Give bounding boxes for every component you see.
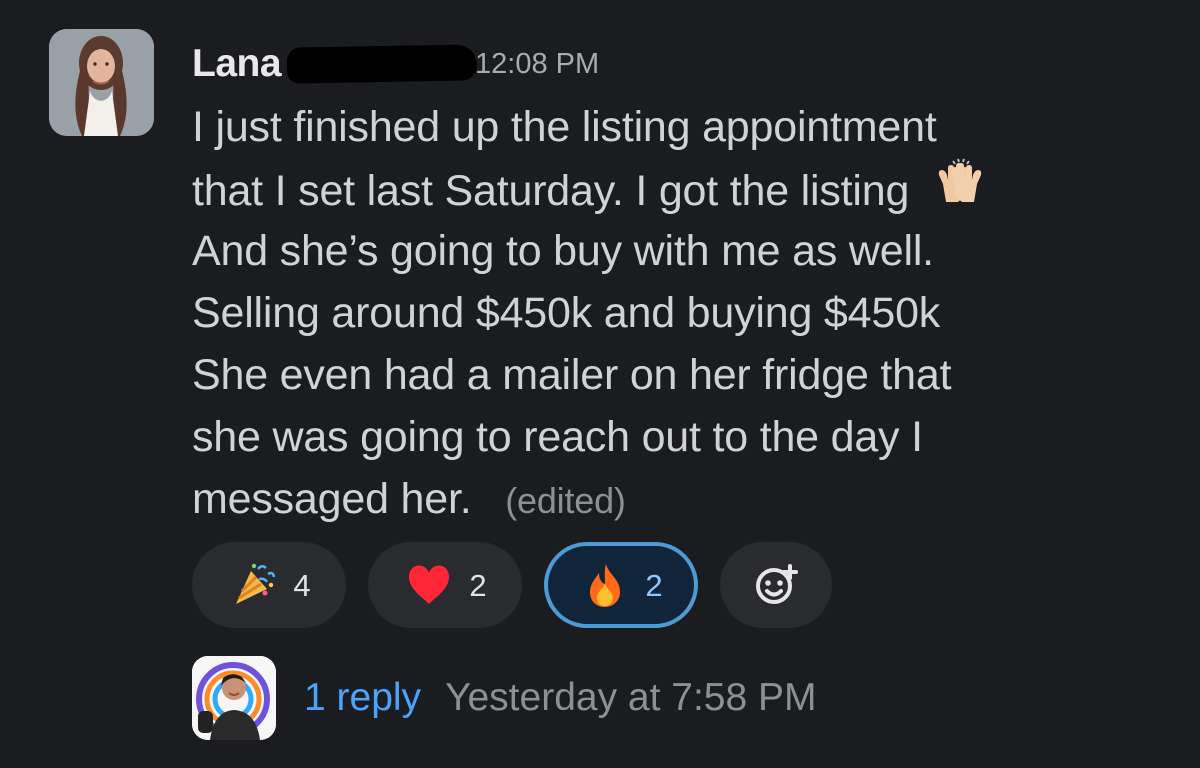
message-line: Selling around $450k and buying $450k [192,289,941,337]
message-body: I just finished up the listing appointme… [192,96,1152,530]
portrait-image [49,29,154,136]
add-reaction-button[interactable] [720,542,832,628]
message-line-text: messaged her. [192,475,472,523]
thread-reply-link[interactable]: 1 reply [304,676,421,720]
reaction-count: 2 [469,567,487,603]
reaction-count: 4 [293,567,311,603]
author-avatar[interactable] [49,29,154,136]
message-line-text: that I set last Saturday. I got the list… [192,167,910,215]
reaction-party-popper[interactable]: 4 [192,542,346,628]
party-popper-icon [236,563,276,604]
thread-summary: 1 reply Yesterday at 7:58 PM [192,656,817,740]
author-name[interactable]: Lana [192,42,282,86]
add-reaction-icon [756,564,798,604]
message-line: she was going to reach out to the day I [192,413,923,461]
message-line: I just finished up the listing appointme… [192,103,937,151]
reply-user-image [192,656,276,740]
message-line: And she’s going to buy with me as well. [192,227,934,275]
message-line: that I set last Saturday. I got the list… [192,158,1152,220]
reaction-bar: 4 2 2 [192,542,832,628]
fire-icon [590,564,621,607]
thread-reply-time[interactable]: Yesterday at 7:58 PM [445,676,816,720]
reaction-count: 2 [645,567,663,603]
reaction-fire[interactable]: 2 [544,542,698,628]
message-line: She even had a mailer on her fridge that [192,351,952,399]
slack-message: Lana 12:08 PM I just finished up the lis… [0,0,1200,768]
reply-avatar[interactable] [192,656,276,740]
redaction-mark [286,44,478,84]
reaction-heart[interactable]: 2 [368,542,522,628]
edited-label: (edited) [505,480,626,521]
message-line: messaged her. (edited) [192,468,1152,530]
message-timestamp[interactable]: 12:08 PM [475,42,599,86]
heart-icon [409,565,450,604]
raised-hands-icon [938,158,982,202]
message-header: Lana 12:08 PM [192,42,599,86]
